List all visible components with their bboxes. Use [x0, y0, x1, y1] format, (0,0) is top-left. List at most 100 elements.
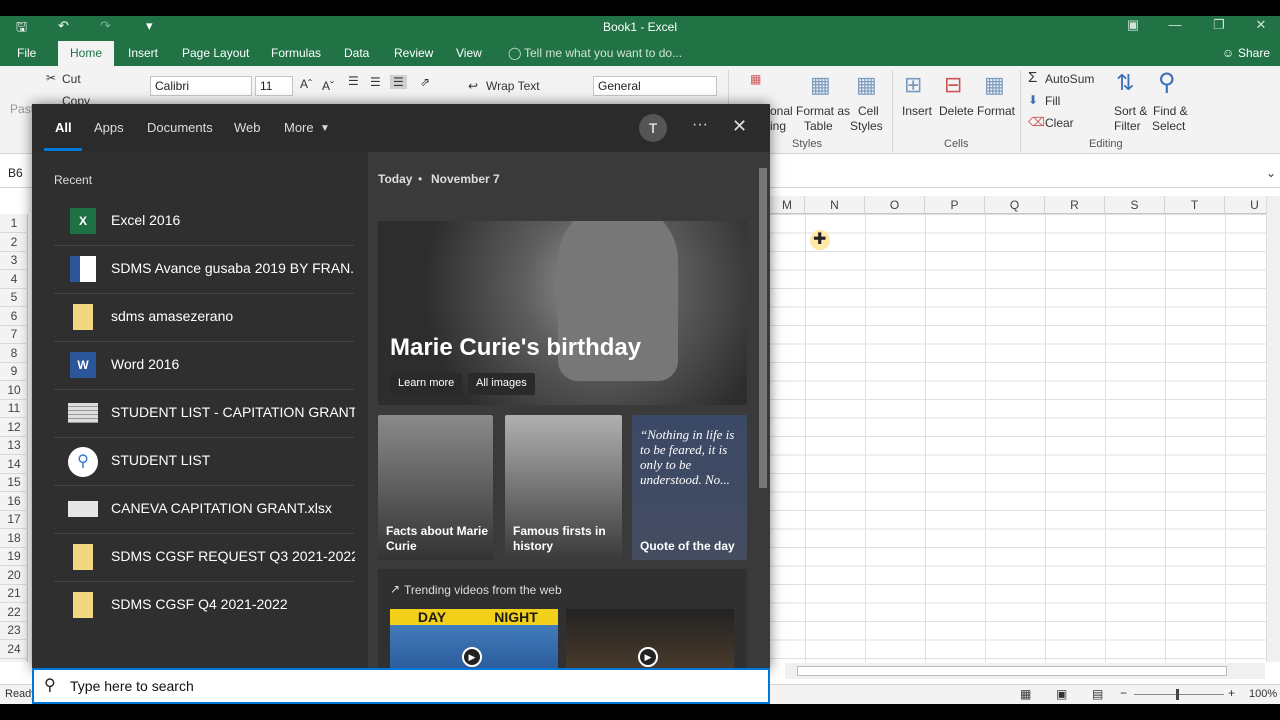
cell-grid[interactable]: ✚	[770, 214, 1266, 662]
column-header[interactable]: R	[1045, 196, 1105, 214]
play-icon[interactable]: ▶	[462, 647, 482, 667]
video-thumbnail-2[interactable]: ▶	[566, 609, 734, 670]
row-header[interactable]: 6	[0, 307, 28, 326]
close-panel-icon[interactable]: ✕	[732, 116, 747, 137]
all-images-button[interactable]: All images	[468, 373, 535, 395]
row-header[interactable]: 2	[0, 233, 28, 252]
vertical-scrollbar[interactable]	[1266, 196, 1280, 662]
normal-view-icon[interactable]: ▦	[1020, 687, 1031, 701]
search-placeholder[interactable]: Type here to search	[70, 678, 194, 694]
format-as-table-button[interactable]: Format as	[796, 104, 850, 118]
row-header[interactable]: 9	[0, 362, 28, 381]
quote-card[interactable]: “Nothing in life is to be feared, it is …	[632, 415, 747, 560]
grow-font-icon[interactable]: Aˆ	[300, 77, 312, 91]
zoom-slider[interactable]	[1134, 694, 1224, 695]
row-header[interactable]: 11	[0, 399, 28, 418]
column-header[interactable]: P	[925, 196, 985, 214]
row-header[interactable]: 8	[0, 344, 28, 363]
name-box[interactable]: B6	[4, 164, 30, 184]
famous-firsts-card[interactable]: Famous firsts in history	[505, 415, 622, 560]
sort-filter-button[interactable]: Sort &	[1114, 104, 1147, 118]
ribbon-options-icon[interactable]: ▣	[1118, 17, 1148, 33]
column-header[interactable]: T	[1165, 196, 1225, 214]
row-header[interactable]: 16	[0, 492, 28, 511]
fill-button[interactable]: Fill	[1045, 94, 1060, 108]
tab-insert[interactable]: Insert	[128, 46, 158, 60]
recent-item[interactable]: sdms amasezerano	[54, 294, 354, 342]
zoom-out-icon[interactable]: −	[1120, 686, 1127, 700]
tab-review[interactable]: Review	[394, 46, 433, 60]
recent-item[interactable]: X Excel 2016	[54, 198, 354, 246]
search-tab-web[interactable]: Web	[234, 120, 261, 135]
autosum-button[interactable]: AutoSum	[1045, 72, 1094, 86]
format-cells-button[interactable]: Format	[977, 104, 1015, 118]
taskbar-search-box[interactable]: ⚲ Type here to search	[32, 668, 770, 704]
cell-styles-button[interactable]: Cell	[858, 104, 879, 118]
row-header[interactable]: 23	[0, 621, 28, 640]
row-header[interactable]: 12	[0, 418, 28, 437]
tell-me-box[interactable]: Tell me what you want to do...	[524, 46, 682, 60]
row-header[interactable]: 22	[0, 603, 28, 622]
clear-button[interactable]: Clear	[1045, 116, 1074, 130]
recent-item[interactable]: STUDENT LIST - CAPITATION GRANT ...	[54, 390, 355, 438]
font-name-select[interactable]: Calibri	[150, 76, 252, 96]
recent-item[interactable]: CANEVA CAPITATION GRANT.xlsx	[54, 486, 354, 534]
facts-card[interactable]: Facts about Marie Curie	[378, 415, 493, 560]
user-avatar[interactable]: T	[639, 114, 667, 142]
play-icon[interactable]: ▶	[638, 647, 658, 667]
hero-card[interactable]: Marie Curie's birthday Learn more All im…	[378, 221, 747, 405]
wrap-text-button[interactable]: Wrap Text	[486, 79, 540, 93]
page-layout-view-icon[interactable]: ▣	[1056, 687, 1067, 701]
row-header[interactable]: 19	[0, 547, 28, 566]
column-header[interactable]: N	[805, 196, 865, 214]
row-header[interactable]: 1	[0, 214, 28, 233]
row-header[interactable]: 15	[0, 473, 28, 492]
search-tab-all[interactable]: All	[55, 120, 72, 135]
page-break-view-icon[interactable]: ▤	[1092, 687, 1103, 701]
zoom-in-icon[interactable]: +	[1228, 686, 1235, 700]
cut-button[interactable]: Cut	[62, 72, 81, 86]
row-header[interactable]: 13	[0, 436, 28, 455]
column-header[interactable]: S	[1105, 196, 1165, 214]
tab-home[interactable]: Home	[58, 41, 115, 66]
row-header[interactable]: 3	[0, 251, 28, 270]
delete-cells-button[interactable]: Delete	[939, 104, 974, 118]
align-middle-icon[interactable]: ☰	[370, 75, 381, 89]
search-tab-more[interactable]: More	[284, 120, 314, 135]
h-scroll-thumb[interactable]	[797, 666, 1227, 676]
panel-scroll-thumb[interactable]	[759, 168, 767, 488]
column-header[interactable]: O	[865, 196, 925, 214]
recent-item[interactable]: ⚲ STUDENT LIST	[54, 438, 354, 486]
zoom-level[interactable]: 100%	[1249, 688, 1277, 700]
row-header[interactable]: 7	[0, 325, 28, 344]
align-top-icon[interactable]: ☰	[348, 74, 359, 88]
insert-cells-button[interactable]: Insert	[902, 104, 932, 118]
row-header[interactable]: 17	[0, 510, 28, 529]
recent-item[interactable]: W Word 2016	[54, 342, 354, 390]
restore-icon[interactable]: ❐	[1204, 17, 1234, 33]
row-header[interactable]: 4	[0, 270, 28, 289]
expand-formula-icon[interactable]: ⌄	[1266, 166, 1276, 180]
video-thumbnail-day-night[interactable]: DAY NIGHT ▶	[390, 609, 558, 670]
tab-formulas[interactable]: Formulas	[271, 46, 321, 60]
zoom-slider-thumb[interactable]	[1176, 689, 1179, 700]
more-options-icon[interactable]: ···	[692, 116, 708, 134]
search-tab-apps[interactable]: Apps	[94, 120, 124, 135]
share-button[interactable]: Share	[1238, 46, 1270, 60]
row-header[interactable]: 14	[0, 455, 28, 474]
row-header[interactable]: 18	[0, 529, 28, 548]
recent-item[interactable]: SDMS Avance gusaba 2019 BY FRAN...	[54, 246, 355, 294]
shrink-font-icon[interactable]: Aˇ	[322, 79, 334, 93]
close-icon[interactable]: ✕	[1246, 17, 1276, 33]
recent-item[interactable]: SDMS CGSF Q4 2021-2022	[54, 582, 354, 630]
number-format-select[interactable]: General	[593, 76, 717, 96]
align-bottom-icon[interactable]: ☰	[390, 75, 407, 89]
row-header[interactable]: 10	[0, 381, 28, 400]
tab-data[interactable]: Data	[344, 46, 369, 60]
search-tab-documents[interactable]: Documents	[147, 120, 213, 135]
row-header[interactable]: 21	[0, 584, 28, 603]
conditional-formatting-button[interactable]: onal	[770, 104, 793, 118]
tab-view[interactable]: View	[456, 46, 482, 60]
tab-file[interactable]: File	[17, 46, 36, 60]
row-header[interactable]: 5	[0, 288, 28, 307]
